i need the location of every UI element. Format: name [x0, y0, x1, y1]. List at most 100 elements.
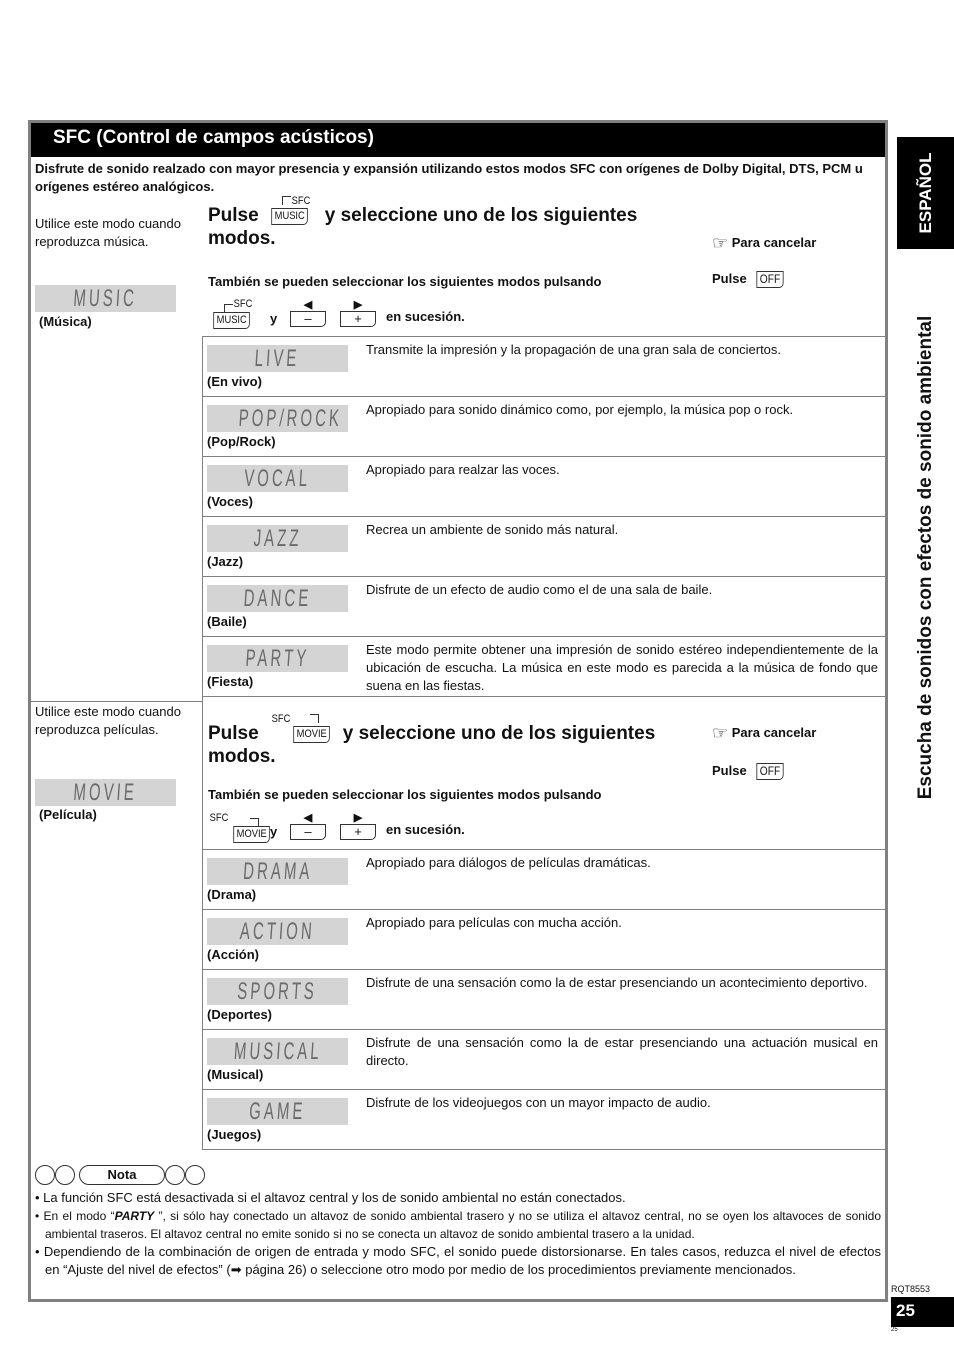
- pulse-label: Pulse: [208, 723, 259, 744]
- page-number: 25: [891, 1297, 954, 1327]
- mode-description: Transmite la impresión y la propagación …: [366, 342, 782, 357]
- off-pulse-label: Pulse: [712, 271, 747, 286]
- lcd-display: LIVE: [207, 345, 348, 372]
- sfc-label: SFC: [209, 812, 229, 824]
- right-arrow-icon: ▶: [353, 812, 363, 824]
- movie-sequence: MOVIE SFC y ◀ – ▶ + en sucesión.: [208, 812, 508, 844]
- music-modes-table: LIVE (En vivo) Transmite la impresión y la…: [202, 336, 888, 697]
- pointing-hand-icon: ☞: [712, 233, 729, 253]
- minus-button[interactable]: ◀ –: [290, 812, 326, 840]
- music-sfc-button[interactable]: MUSIC SFC: [268, 195, 311, 227]
- page-number-small: 25: [891, 1327, 898, 1333]
- nota-label: Nota: [79, 1165, 165, 1185]
- document-code: RQT8553: [891, 1284, 931, 1294]
- movie-button-label: MOVIE: [233, 826, 271, 844]
- decor-circle-icon: [55, 1165, 75, 1185]
- music-off-line: Pulse OFF: [712, 271, 786, 289]
- plus-button[interactable]: ▶ +: [340, 299, 376, 327]
- mode-description: Disfrute de los videojuegos con un mayor…: [366, 1095, 711, 1110]
- mode-description: Este modo permite obtener una impresión …: [366, 642, 878, 693]
- mode-description: Apropiado para realzar las voces.: [366, 462, 560, 477]
- movie-modes-table: DRAMA (Drama) Apropiado para diálogos de p…: [202, 849, 888, 1150]
- left-arrow-icon: ◀: [303, 299, 313, 311]
- nota-item: • Dependiendo de la combinación de orige…: [35, 1244, 881, 1277]
- sfc-label: SFC: [291, 195, 311, 208]
- off-button[interactable]: OFF: [756, 763, 784, 781]
- lcd-display: SPORTS: [207, 978, 348, 1005]
- plus-button[interactable]: ▶ +: [340, 812, 376, 840]
- mode-caption: (Voces): [207, 494, 253, 509]
- plus-label: +: [340, 824, 376, 840]
- movie-caption: (Película): [39, 807, 97, 822]
- pointing-hand-icon: ☞: [712, 723, 729, 743]
- mode-caption: (Drama): [207, 887, 257, 902]
- movie-sfc-button-small[interactable]: MOVIE SFC: [210, 812, 273, 844]
- mode-description: Disfrute de una sensación como la de est…: [366, 975, 868, 990]
- mode-row: SPORTS (Deportes) Disfrute de una sensació…: [202, 970, 888, 1030]
- nota-list: • La función SFC está desactivada si el …: [35, 1189, 881, 1279]
- nota-item: • En el modo “PARTY ”, si sólo hay conec…: [35, 1209, 881, 1241]
- lcd-display: DANCE: [207, 585, 348, 612]
- lcd-movie: MOVIE: [35, 779, 176, 806]
- lcd-display: VOCAL: [207, 465, 348, 492]
- mode-caption: (Pop/Rock): [207, 434, 276, 449]
- music-button-label: MUSIC: [213, 312, 251, 330]
- mode-row: MUSICAL (Musical) Disfrute de una sensació…: [202, 1030, 888, 1090]
- nota-item: • La función SFC está desactivada si el …: [35, 1190, 626, 1205]
- lcd-display: MUSICAL: [207, 1038, 348, 1065]
- decor-circle-icon: [185, 1165, 205, 1185]
- movie-cancel: ☞ Para cancelar: [712, 723, 816, 744]
- intro-text: Disfrute de sonido realzado con mayor pr…: [35, 161, 863, 194]
- music-also-text: También se pueden seleccionar los siguie…: [208, 274, 602, 289]
- mode-description: Recrea un ambiente de sonido más natural…: [366, 522, 619, 537]
- music-sfc-button-small[interactable]: MUSIC SFC: [210, 298, 253, 330]
- off-button[interactable]: OFF: [756, 271, 784, 289]
- music-cancel: ☞ Para cancelar: [712, 233, 816, 254]
- decor-circle-icon: [35, 1165, 55, 1185]
- mode-row: LIVE (En vivo) Transmite la impresión y la…: [202, 337, 888, 397]
- cancel-label: Para cancelar: [731, 234, 817, 250]
- music-instruction: Pulse MUSIC SFC y seleccione uno de los …: [208, 195, 688, 250]
- mode-row: GAME (Juegos) Disfrute de los videojuegos …: [202, 1090, 888, 1150]
- sfc-label: SFC: [271, 713, 291, 726]
- mode-row: DANCE (Baile) Disfrute de un efecto de aud…: [202, 577, 888, 637]
- minus-button[interactable]: ◀ –: [290, 299, 326, 327]
- section-divider: [31, 701, 202, 702]
- mode-description: Apropiado para sonido dinámico como, por…: [366, 402, 794, 417]
- mode-caption: (Fiesta): [207, 674, 254, 689]
- in-sequence-label: en sucesión.: [386, 822, 465, 837]
- chapter-title: Escucha de sonidos con efectos de sonido…: [897, 270, 954, 845]
- lcd-display: JAZZ: [207, 525, 348, 552]
- in-sequence-label: en sucesión.: [386, 309, 465, 324]
- sfc-label: SFC: [233, 298, 253, 310]
- decor-circle-icon: [165, 1165, 185, 1185]
- right-arrow-icon: ▶: [353, 299, 363, 311]
- mode-caption: (En vivo): [207, 374, 262, 389]
- movie-sfc-button[interactable]: MOVIE SFC: [272, 713, 333, 745]
- movie-also-text: También se pueden seleccionar los siguie…: [208, 787, 602, 802]
- pulse-label: Pulse: [208, 205, 259, 226]
- lcd-display: DRAMA: [207, 858, 348, 885]
- mode-row: PARTY (Fiesta) Este modo permite obtener u…: [202, 637, 888, 697]
- mode-description: Disfrute de un efecto de audio como el d…: [366, 582, 713, 597]
- mode-description: Apropiado para diálogos de películas dra…: [366, 855, 651, 870]
- mode-row: POP/ROCK (Pop/Rock) Apropiado para sonido …: [202, 397, 888, 457]
- mode-row: DRAMA (Drama) Apropiado para diálogos de p…: [202, 850, 888, 910]
- mode-row: VOCAL (Voces) Apropiado para realzar las v…: [202, 457, 888, 517]
- off-pulse-label: Pulse: [712, 763, 747, 778]
- mode-description: Apropiado para películas con mucha acció…: [366, 915, 622, 930]
- movie-use-text: Utilice este modo cuando reproduzca pelí…: [35, 704, 181, 737]
- minus-label: –: [290, 824, 326, 840]
- plus-label: +: [340, 311, 376, 327]
- column-divider: [202, 701, 203, 1150]
- and-label: y: [270, 311, 278, 326]
- music-use-text: Utilice este modo cuando reproduzca músi…: [35, 216, 181, 249]
- lcd-display: GAME: [207, 1098, 348, 1125]
- and-label: y: [270, 824, 278, 839]
- mode-row: JAZZ (Jazz) Recrea un ambiente de sonido m…: [202, 517, 888, 577]
- lcd-display: POP/ROCK: [207, 405, 348, 432]
- mode-caption: (Jazz): [207, 554, 244, 569]
- language-tab-label: ESPAÑOL: [916, 152, 935, 234]
- music-caption: (Música): [39, 314, 92, 329]
- mode-caption: (Deportes): [207, 1007, 273, 1022]
